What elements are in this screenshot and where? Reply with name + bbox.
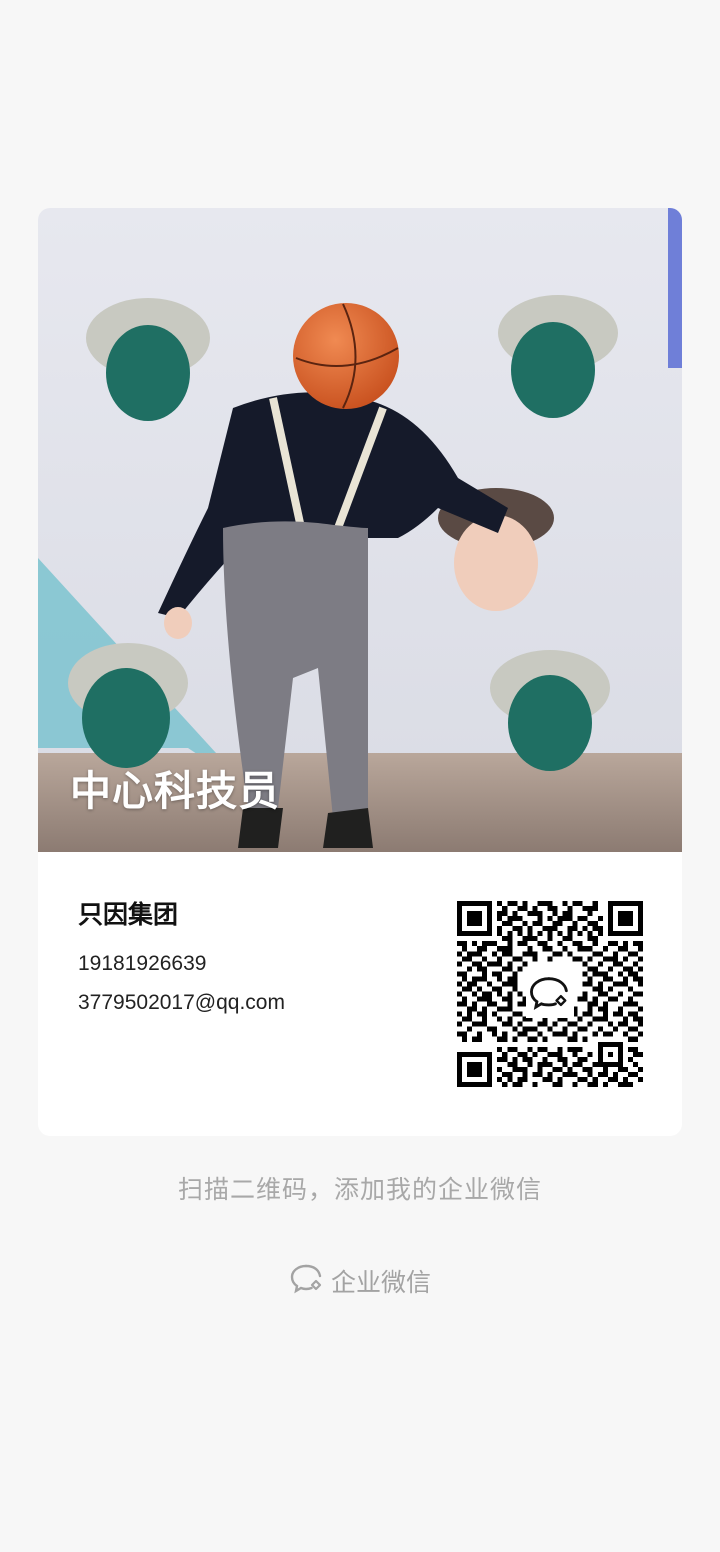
scan-hint: 扫描二维码，添加我的企业微信 (177, 1175, 542, 1204)
cover-image (38, 208, 682, 852)
wecom-chat-icon (289, 1262, 325, 1300)
wecom-footer: 企业微信 (0, 1262, 720, 1300)
cover-title: 中心科技员 (70, 767, 280, 815)
qr-code[interactable] (457, 901, 643, 1087)
business-card: 中心科技员 只因集团 19181926639 3779502017@qq.com (38, 208, 682, 1136)
business-card-page: 中心科技员 只因集团 19181926639 3779502017@qq.com (0, 0, 720, 1552)
company-name: 只因集团 (78, 900, 179, 929)
cover-photo: 中心科技员 (38, 208, 682, 852)
wecom-logo-icon (526, 970, 574, 1018)
email-address[interactable]: 3779502017@qq.com (78, 983, 448, 1022)
phone-number[interactable]: 19181926639 (78, 944, 448, 983)
wecom-label: 企业微信 (330, 1268, 431, 1297)
contact-info: 只因集团 19181926639 3779502017@qq.com (78, 898, 448, 1022)
